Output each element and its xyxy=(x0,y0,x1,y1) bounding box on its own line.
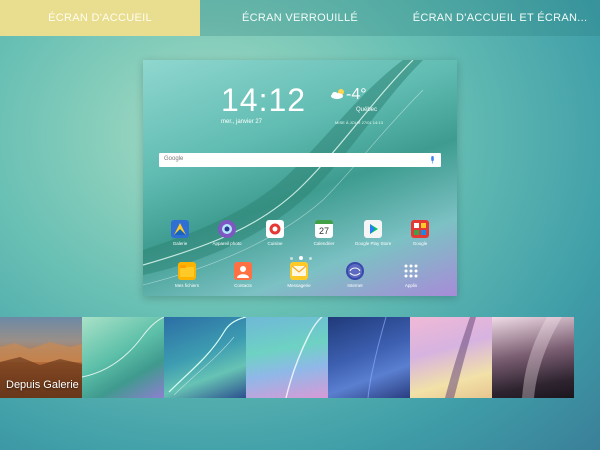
home-screen-preview: 14:12 mer., janvier 27 -4° Québec MISE À… xyxy=(143,60,457,296)
app-apps: Applis xyxy=(389,262,433,288)
swoosh-thumbnail-art xyxy=(82,317,164,378)
app-label: Mes fichiers xyxy=(174,283,199,288)
wallpaper-thumbnail[interactable] xyxy=(492,317,574,398)
app-messaging: Messagerie xyxy=(277,262,321,288)
preview-city: Québec xyxy=(356,107,378,113)
app-label: Galerie xyxy=(172,241,188,246)
swoosh-thumbnail-art xyxy=(285,317,323,398)
preview-clock: 14:12 xyxy=(221,82,307,118)
app-label: Messagerie xyxy=(287,283,311,288)
camera-icon xyxy=(218,220,236,238)
preview-date: mer., janvier 27 xyxy=(221,119,263,125)
cooking-icon xyxy=(266,220,284,238)
folder-icon xyxy=(178,262,196,280)
wallpaper-strip: Depuis Galerie xyxy=(0,317,600,398)
app-my-files: Mes fichiers xyxy=(165,262,209,288)
calendar-icon: 27 xyxy=(315,220,333,238)
app-contacts: Contacts xyxy=(221,262,265,288)
wallpaper-from-gallery[interactable]: Depuis Galerie xyxy=(0,317,82,398)
wallpaper-thumbnail[interactable] xyxy=(410,317,492,398)
app-label: Applis xyxy=(404,283,418,288)
microphone-icon xyxy=(431,156,434,164)
wallpaper-thumbnail[interactable] xyxy=(246,317,328,398)
swoosh-thumbnail-art xyxy=(367,317,387,398)
tab-lock-screen[interactable]: ÉCRAN VERROUILLÉ xyxy=(200,0,400,36)
wallpaper-thumbnail[interactable] xyxy=(82,317,164,398)
page-dot xyxy=(309,256,312,260)
calendar-date-badge: 27 xyxy=(318,226,329,236)
wallpaper-thumbnail[interactable] xyxy=(328,317,410,398)
page-dot-active xyxy=(299,256,303,260)
app-label: Appareil photo xyxy=(212,241,242,246)
tab-home-screen[interactable]: ÉCRAN D'ACCUEIL xyxy=(0,0,200,36)
internet-icon xyxy=(346,262,364,280)
google-folder-icon xyxy=(411,220,429,238)
swoosh-thumbnail-art xyxy=(522,317,562,398)
google-search-label: Google xyxy=(164,156,184,162)
app-label: Calendrier xyxy=(313,241,335,246)
app-label: Google xyxy=(412,241,428,246)
app-label: Contacts xyxy=(234,283,252,288)
play-store-icon xyxy=(364,220,382,238)
messaging-icon xyxy=(290,262,308,280)
app-gallery: Galerie xyxy=(158,220,202,246)
app-label: Google Play Store xyxy=(354,241,392,246)
app-google-folder: Google xyxy=(398,220,442,246)
gallery-icon xyxy=(171,220,189,238)
app-internet: Internet xyxy=(333,262,377,288)
app-camera: Appareil photo xyxy=(205,220,249,246)
apps-grid-icon xyxy=(402,262,420,280)
swoosh-thumbnail-art xyxy=(168,317,246,396)
page-dot xyxy=(290,256,293,260)
app-cooking: Cuisine xyxy=(253,220,297,246)
preview-weather-updated: MISE À JOUR 27/01 14:13 xyxy=(335,120,383,125)
from-gallery-label: Depuis Galerie xyxy=(6,379,79,391)
preview-temperature: -4° xyxy=(346,86,367,103)
wallpaper-thumbnail[interactable] xyxy=(164,317,246,398)
swoosh-thumbnail-art xyxy=(445,317,476,398)
app-label: Internet xyxy=(347,283,363,288)
page-indicator xyxy=(281,255,321,261)
app-label: Cuisine xyxy=(267,241,283,246)
google-search-bar: Google xyxy=(159,153,441,167)
app-play-store: Google Play Store xyxy=(351,220,395,246)
contacts-icon xyxy=(234,262,252,280)
tab-home-and-lock-screen[interactable]: ÉCRAN D'ACCUEIL ET ÉCRAN... xyxy=(400,0,600,36)
app-calendar: 27 Calendrier xyxy=(302,220,346,246)
wallpaper-tabs: ÉCRAN D'ACCUEIL ÉCRAN VERROUILLÉ ÉCRAN D… xyxy=(0,0,600,36)
